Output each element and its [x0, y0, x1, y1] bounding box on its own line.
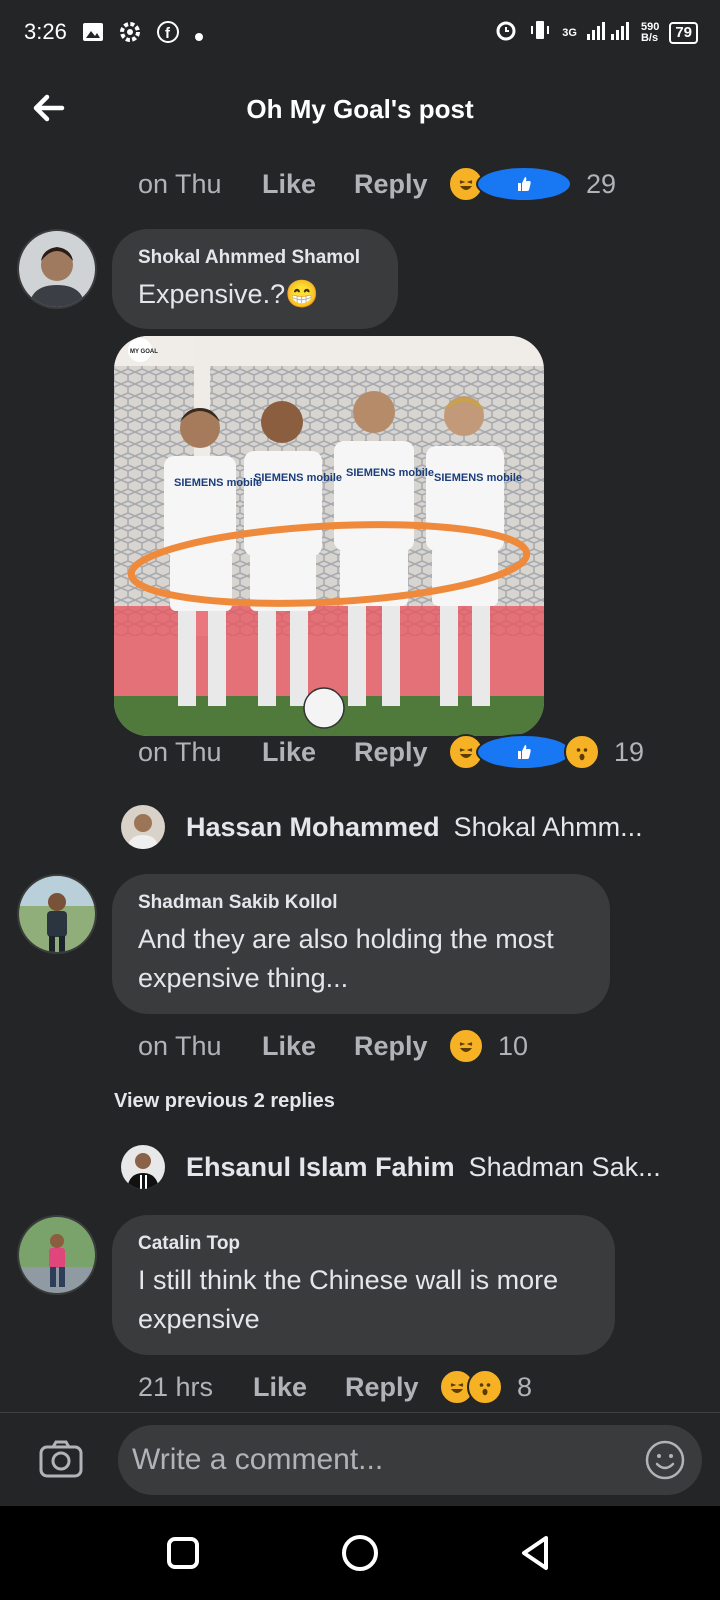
settings-icon — [118, 20, 142, 50]
haha-reaction-icon — [448, 1028, 484, 1064]
like-button[interactable]: Like — [262, 737, 354, 768]
reply-preview[interactable]: Hassan Mohammed Shokal Ahmm... — [186, 812, 643, 843]
avatar[interactable] — [17, 1215, 97, 1295]
header: Oh My Goal's post — [0, 64, 720, 160]
reply-avatar[interactable] — [121, 805, 165, 849]
reply-button[interactable]: Reply — [354, 737, 448, 768]
view-previous-replies-link[interactable]: View previous 2 replies — [114, 1090, 335, 1113]
comment-meta-row: on Thu Like Reply 19 — [138, 734, 644, 770]
like-button[interactable]: Like — [253, 1372, 345, 1403]
comment-meta-row: 21 hrs Like Reply 8 — [138, 1369, 532, 1405]
alarm-icon — [494, 18, 518, 47]
comment-composer — [0, 1412, 720, 1507]
gallery-icon — [82, 21, 104, 49]
reactions[interactable] — [448, 1028, 484, 1064]
like-reaction-icon — [476, 166, 572, 202]
comment-time: on Thu — [138, 168, 222, 199]
reactions[interactable] — [448, 734, 600, 770]
svg-text:SIEMENS mobile: SIEMENS mobile — [254, 472, 342, 484]
network-type: 3G — [562, 26, 577, 39]
facebook-icon: f — [156, 20, 180, 50]
svg-text:SIEMENS mobile: SIEMENS mobile — [434, 472, 522, 484]
comment-author[interactable]: Catalin Top — [138, 1233, 589, 1255]
comment-bubble[interactable]: Shokal Ahmmed Shamol Expensive.?😁 — [112, 229, 398, 329]
reply-avatar[interactable] — [121, 1145, 165, 1189]
svg-text:MY GOAL: MY GOAL — [130, 349, 158, 355]
reply-button[interactable]: Reply — [354, 1031, 448, 1062]
vibrate-icon — [528, 18, 552, 47]
reactions[interactable] — [439, 1369, 503, 1405]
network-speed: 590 B/s — [640, 20, 660, 44]
comment-bubble[interactable]: Shadman Sakib Kollol And they are also h… — [112, 874, 610, 1014]
notification-dot-icon — [194, 22, 204, 48]
comment-meta-row: on Thu Like Reply 29 — [138, 166, 616, 202]
camera-icon[interactable] — [38, 1439, 84, 1479]
comment-text: Expensive.?😁 — [138, 279, 319, 309]
signal-icon — [586, 20, 631, 45]
wow-reaction-icon — [564, 734, 600, 770]
comment-text: I still think the Chinese wall is more e… — [138, 1265, 559, 1334]
svg-text:SIEMENS mobile: SIEMENS mobile — [346, 467, 434, 479]
reply-preview[interactable]: Ehsanul Islam Fahim Shadman Sak... — [186, 1152, 661, 1183]
comment-bubble[interactable]: Catalin Top I still think the Chinese wa… — [112, 1215, 615, 1355]
home-circle-icon[interactable] — [337, 1530, 383, 1576]
comment-image[interactable]: SIEMENS mobile SIEMENS mobile SIEMENS mo… — [114, 336, 544, 736]
navigation-bar — [0, 1506, 720, 1600]
reply-author[interactable]: Ehsanul Islam Fahim — [186, 1152, 455, 1183]
like-button[interactable]: Like — [262, 169, 354, 200]
battery-indicator: 79 — [669, 21, 698, 44]
comment-input[interactable] — [118, 1425, 702, 1495]
reaction-count: 19 — [614, 736, 645, 767]
comment-author[interactable]: Shokal Ahmmed Shamol — [138, 247, 372, 269]
comment-author[interactable]: Shadman Sakib Kollol — [138, 892, 584, 914]
status-time: 3:26 — [24, 19, 67, 44]
reply-text: Shokal Ahmm... — [453, 812, 643, 842]
reaction-count: 8 — [517, 1371, 533, 1402]
svg-text:SIEMENS mobile: SIEMENS mobile — [174, 477, 262, 489]
reply-button[interactable]: Reply — [354, 169, 448, 200]
back-triangle-icon[interactable] — [512, 1530, 558, 1576]
like-reaction-icon — [476, 734, 572, 770]
like-button[interactable]: Like — [262, 1031, 354, 1062]
comment-time: on Thu — [138, 736, 222, 767]
avatar[interactable] — [17, 229, 97, 309]
recents-square-icon[interactable] — [160, 1530, 206, 1576]
emoji-icon[interactable] — [644, 1439, 686, 1481]
reply-text: Shadman Sak... — [468, 1152, 661, 1182]
comment-text: And they are also holding the most expen… — [138, 924, 554, 993]
comment-time: on Thu — [138, 1030, 222, 1061]
reaction-count: 10 — [498, 1030, 529, 1061]
reaction-count: 29 — [586, 168, 617, 199]
reply-button[interactable]: Reply — [345, 1372, 439, 1403]
avatar[interactable] — [17, 874, 97, 954]
svg-text:f: f — [165, 25, 171, 42]
reply-author[interactable]: Hassan Mohammed — [186, 812, 440, 843]
page-title: Oh My Goal's post — [246, 94, 474, 124]
status-bar: 3:26 f 3G 590 B/s 79 — [0, 0, 720, 64]
wow-reaction-icon — [467, 1369, 503, 1405]
reactions[interactable] — [448, 166, 572, 202]
comment-meta-row: on Thu Like Reply 10 — [138, 1028, 528, 1064]
comment-time: 21 hrs — [138, 1371, 214, 1402]
